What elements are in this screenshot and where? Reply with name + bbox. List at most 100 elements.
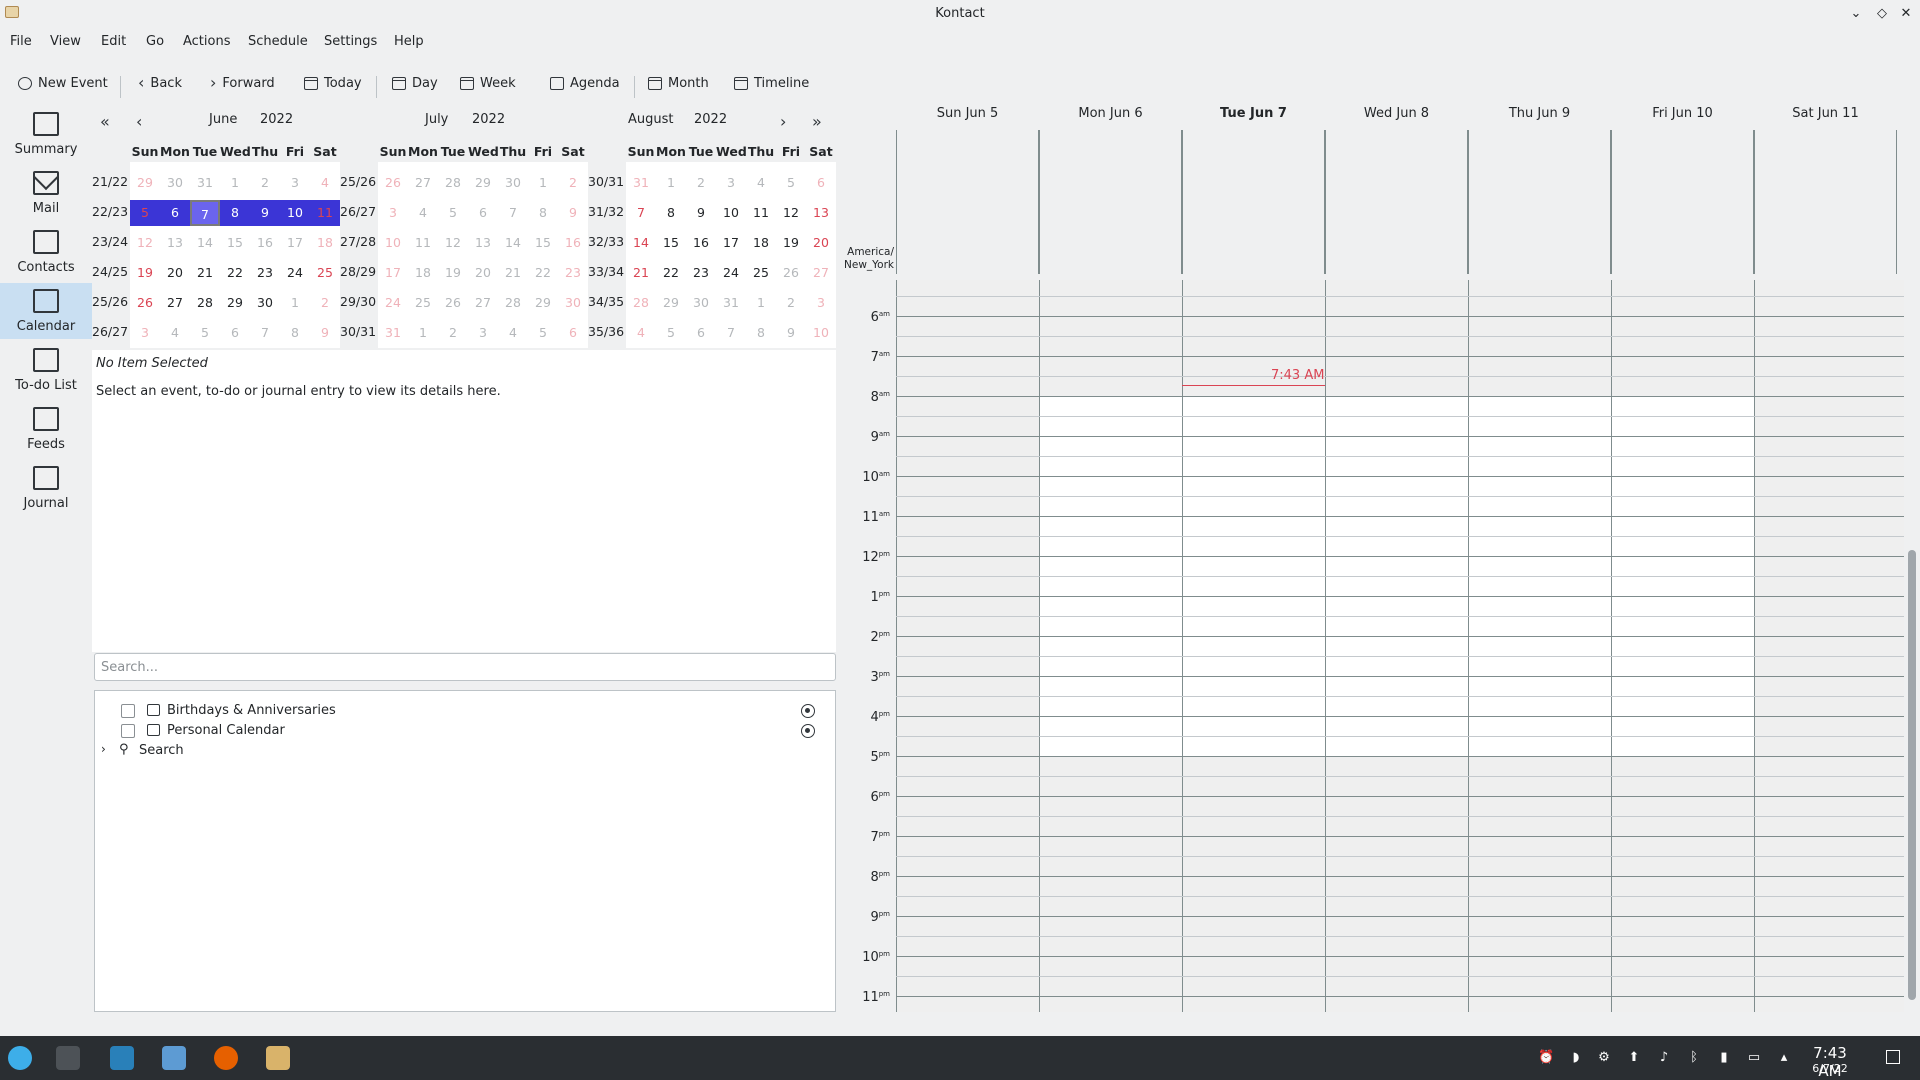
year-name[interactable]: 2022 [260,112,293,127]
calendar-day[interactable]: 3 [806,290,836,316]
calendar-day[interactable]: 14 [498,230,528,256]
day-header[interactable]: Wed Jun 8 [1325,106,1468,121]
sidebar-item-mail[interactable]: Mail [0,165,92,221]
calendar-item-search[interactable]: › ⚲ Search [95,741,835,761]
calendar-day[interactable]: 17 [716,230,746,256]
calendar-day[interactable]: 10 [716,200,746,226]
calendar-day[interactable]: 20 [806,230,836,256]
calendar-day[interactable]: 14 [626,230,656,256]
calendar-day[interactable]: 21 [626,260,656,286]
day-header[interactable]: Tue Jun 7 [1182,106,1325,121]
calendar-item-birthdays[interactable]: Birthdays & Anniversaries [95,701,835,721]
previous-year-icon[interactable]: « [100,112,110,131]
calendar-day[interactable]: 19 [776,230,806,256]
calendar-day[interactable]: 20 [160,260,190,286]
all-day-cell[interactable] [1039,130,1182,274]
calendar-day[interactable]: 6 [160,200,190,226]
menu-edit[interactable]: Edit [101,34,126,49]
day-column[interactable] [1325,280,1468,1012]
year-name[interactable]: 2022 [472,112,505,127]
calendar-day[interactable]: 27 [806,260,836,286]
week-number[interactable]: 27/28 [340,234,378,249]
week-number[interactable]: 31/32 [588,204,626,219]
volume-icon[interactable]: ♪ [1656,1050,1672,1066]
calendar-day[interactable]: 12 [438,230,468,256]
calendar-day[interactable]: 11 [408,230,438,256]
task-manager-icon[interactable] [56,1046,80,1070]
calendar-day[interactable]: 30 [160,170,190,196]
day-column[interactable] [1611,280,1754,1012]
week-number[interactable]: 21/22 [92,174,130,189]
calendar-day[interactable]: 12 [130,230,160,256]
calendar-day[interactable]: 30 [558,290,588,316]
day-view-button[interactable]: Day [392,72,438,94]
calendar-day[interactable]: 29 [468,170,498,196]
calendar-day[interactable]: 23 [250,260,280,286]
calendar-day[interactable]: 9 [686,200,716,226]
kontact-taskbar-icon[interactable] [266,1046,290,1070]
all-day-cell[interactable] [1611,130,1754,274]
all-day-cell[interactable] [1182,130,1325,274]
sidebar-item-todo[interactable]: To-do List [0,342,92,398]
calendar-day[interactable]: 6 [468,200,498,226]
calendar-day[interactable]: 27 [160,290,190,316]
calendar-day[interactable]: 4 [746,170,776,196]
calendar-day[interactable]: 7 [250,320,280,346]
calendar-day[interactable]: 3 [716,170,746,196]
calendar-day[interactable]: 15 [220,230,250,256]
today-button[interactable]: Today [304,72,362,94]
eye-icon[interactable] [801,724,815,738]
calendar-day[interactable]: 15 [656,230,686,256]
week-number[interactable]: 28/29 [340,264,378,279]
calendar-day[interactable]: 5 [528,320,558,346]
calendar-day[interactable]: 1 [746,290,776,316]
calendar-day[interactable]: 2 [776,290,806,316]
week-number[interactable]: 23/24 [92,234,130,249]
calendar-day[interactable]: 4 [498,320,528,346]
back-button[interactable]: ‹ Back [138,72,182,94]
calendar-day[interactable]: 16 [558,230,588,256]
calendar-day[interactable]: 3 [130,320,160,346]
calendar-day[interactable]: 13 [160,230,190,256]
menu-go[interactable]: Go [146,34,164,49]
calendar-day[interactable]: 4 [310,170,340,196]
calendar-day[interactable]: 1 [528,170,558,196]
calendar-day[interactable]: 7 [498,200,528,226]
calendar-day[interactable]: 26 [130,290,160,316]
calendar-day[interactable]: 2 [438,320,468,346]
calendar-day[interactable]: 13 [468,230,498,256]
week-number[interactable]: 26/27 [92,324,130,339]
week-view-button[interactable]: Week [460,72,516,94]
calendar-day[interactable]: 2 [310,290,340,316]
week-number[interactable]: 29/30 [340,294,378,309]
month-name[interactable]: August [628,112,674,127]
calendar-day[interactable]: 24 [280,260,310,286]
calendar-day[interactable]: 8 [220,200,250,226]
calendar-day[interactable]: 6 [806,170,836,196]
calendar-day[interactable]: 30 [498,170,528,196]
calendar-day[interactable]: 20 [468,260,498,286]
calendar-day[interactable]: 18 [746,230,776,256]
week-number[interactable]: 22/23 [92,204,130,219]
day-header[interactable]: Mon Jun 6 [1039,106,1182,121]
calendar-day[interactable]: 11 [746,200,776,226]
day-column[interactable] [896,280,1039,1012]
close-icon[interactable]: ✕ [1896,4,1916,24]
calendar-day[interactable]: 29 [130,170,160,196]
alarm-icon[interactable]: ⏰ [1538,1050,1554,1066]
day-header[interactable]: Fri Jun 10 [1611,106,1754,121]
day-header[interactable]: Sun Jun 5 [896,106,1039,121]
calendar-day[interactable]: 29 [528,290,558,316]
updates-icon[interactable]: ⬆ [1626,1050,1642,1066]
calendar-day[interactable]: 5 [656,320,686,346]
calendar-day[interactable]: 28 [190,290,220,316]
day-header[interactable]: Thu Jun 9 [1468,106,1611,121]
firefox-icon[interactable] [214,1046,238,1070]
calendar-day[interactable]: 24 [378,290,408,316]
calendar-day[interactable]: 4 [626,320,656,346]
week-number[interactable]: 35/36 [588,324,626,339]
calendar-day[interactable]: 23 [558,260,588,286]
menu-actions[interactable]: Actions [183,34,231,49]
scrollbar-thumb[interactable] [1908,550,1916,1000]
year-name[interactable]: 2022 [694,112,727,127]
